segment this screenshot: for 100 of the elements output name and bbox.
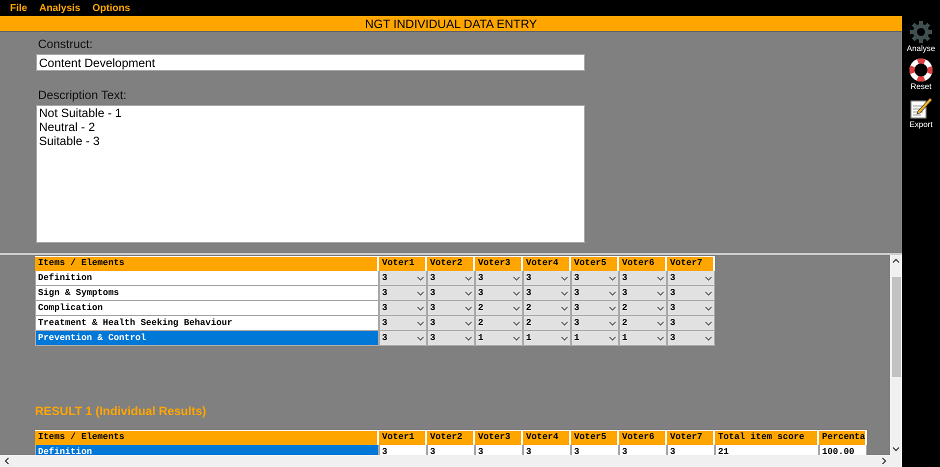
gear-icon: [909, 20, 933, 44]
item-cell[interactable]: Sign & Symptoms: [35, 286, 379, 301]
caret-icon: [657, 320, 664, 326]
caret-icon: [657, 336, 664, 340]
caret-icon: [657, 306, 664, 310]
table-cell: 3: [523, 445, 571, 455]
gear-button[interactable]: Analyse: [906, 20, 936, 54]
vote-dropdown[interactable]: 3: [427, 286, 475, 301]
vote-dropdown[interactable]: 3: [523, 286, 571, 301]
column-header: Items / Elements: [35, 256, 379, 271]
caret-icon: [417, 320, 424, 326]
field-label: Construct:: [38, 37, 94, 51]
lifebuoy-button[interactable]: Reset: [909, 58, 933, 92]
construct-field[interactable]: Content Development: [36, 54, 585, 71]
table-cell: 3: [427, 445, 475, 455]
scrollbar-thumb[interactable]: [892, 277, 900, 377]
vote-dropdown[interactable]: 3: [379, 286, 427, 301]
notepad-pencil-icon: [909, 96, 933, 120]
vote-dropdown[interactable]: 3: [379, 301, 427, 316]
vote-dropdown[interactable]: 3: [667, 286, 715, 301]
caret-icon: [417, 306, 424, 310]
column-header: Voter6: [619, 256, 667, 271]
column-header: Voter1: [379, 256, 427, 271]
vote-dropdown[interactable]: 2: [619, 316, 667, 331]
table-cell: 3: [619, 445, 667, 455]
description-field[interactable]: Not Suitable - 1 Neutral - 2 Suitable - 3: [36, 105, 585, 243]
column-header: Items / Elements: [35, 430, 379, 445]
vote-dropdown[interactable]: 3: [379, 271, 427, 286]
table-cell: 21: [715, 445, 819, 455]
caret-icon: [417, 276, 424, 280]
menu-item[interactable]: Options: [86, 0, 136, 16]
item-cell[interactable]: Definition: [35, 445, 379, 455]
caret-icon: [513, 336, 520, 340]
table-cell: 3: [379, 445, 427, 455]
vote-dropdown[interactable]: 2: [475, 316, 523, 331]
caret-icon: [465, 336, 472, 340]
notepad-button[interactable]: Export: [909, 96, 933, 130]
vote-dropdown[interactable]: 1: [571, 331, 619, 346]
vote-dropdown[interactable]: 3: [427, 316, 475, 331]
vote-dropdown[interactable]: 1: [619, 331, 667, 346]
vote-dropdown[interactable]: 3: [427, 301, 475, 316]
item-cell[interactable]: Definition: [35, 271, 379, 286]
column-header: Voter7: [667, 430, 715, 445]
column-header: Voter5: [571, 256, 619, 271]
vote-dropdown[interactable]: 3: [571, 301, 619, 316]
vote-dropdown[interactable]: 3: [667, 271, 715, 286]
form-title: NGT INDIVIDUAL DATA ENTRY: [0, 16, 902, 32]
caret-icon: [417, 290, 424, 296]
caret-icon: [561, 320, 568, 326]
vote-dropdown[interactable]: 3: [571, 271, 619, 286]
caret-icon: [513, 320, 520, 326]
column-header: Voter3: [475, 256, 523, 271]
vote-dropdown[interactable]: 3: [379, 331, 427, 346]
vote-dropdown[interactable]: 2: [523, 316, 571, 331]
vote-dropdown[interactable]: 3: [619, 286, 667, 301]
caret-icon: [513, 306, 520, 310]
item-cell[interactable]: Treatment & Health Seeking Behaviour: [35, 316, 379, 331]
caret-icon: [465, 320, 472, 326]
column-header: Voter5: [571, 430, 619, 445]
vote-dropdown[interactable]: 3: [475, 286, 523, 301]
table-cell: 100.00: [819, 445, 867, 455]
vote-dropdown[interactable]: 2: [523, 301, 571, 316]
vote-dropdown[interactable]: 1: [523, 331, 571, 346]
vote-dropdown[interactable]: 2: [619, 301, 667, 316]
field-label: Description Text:: [38, 88, 128, 102]
vote-dropdown[interactable]: 3: [379, 316, 427, 331]
lifebuoy-icon: [909, 58, 933, 82]
vote-dropdown[interactable]: 3: [667, 316, 715, 331]
table-cell: 3: [571, 445, 619, 455]
caret-icon: [561, 290, 568, 296]
menu-item[interactable]: Analysis: [33, 0, 86, 16]
vote-dropdown[interactable]: 3: [523, 271, 571, 286]
column-header: Total item score: [715, 430, 819, 445]
menu-item[interactable]: File: [4, 0, 34, 16]
scroll-left-icon[interactable]: [3, 457, 11, 465]
scroll-right-icon[interactable]: [880, 457, 888, 465]
vote-dropdown[interactable]: 2: [475, 301, 523, 316]
caret-icon: [657, 276, 664, 280]
vote-dropdown[interactable]: 3: [475, 271, 523, 286]
caret-icon: [609, 276, 616, 280]
column-header: Voter2: [427, 256, 475, 271]
vote-dropdown[interactable]: 3: [667, 331, 715, 346]
column-header: Voter1: [379, 430, 427, 445]
vote-dropdown[interactable]: 3: [571, 286, 619, 301]
horizontal-scrollbar[interactable]: [0, 455, 902, 467]
caret-icon: [705, 276, 712, 280]
vote-dropdown[interactable]: 3: [571, 316, 619, 331]
vertical-scrollbar[interactable]: [890, 255, 902, 455]
item-cell[interactable]: Complication: [35, 301, 379, 316]
vote-dropdown[interactable]: 3: [427, 331, 475, 346]
vote-dropdown[interactable]: 1: [475, 331, 523, 346]
column-header: Voter7: [667, 256, 715, 271]
caret-icon: [609, 290, 616, 296]
caret-icon: [561, 276, 568, 280]
item-cell[interactable]: Prevention & Control: [35, 331, 379, 346]
vote-dropdown[interactable]: 3: [667, 301, 715, 316]
vote-dropdown[interactable]: 3: [427, 271, 475, 286]
scroll-down-icon[interactable]: [892, 445, 900, 453]
scroll-up-icon[interactable]: [892, 257, 900, 265]
vote-dropdown[interactable]: 3: [619, 271, 667, 286]
